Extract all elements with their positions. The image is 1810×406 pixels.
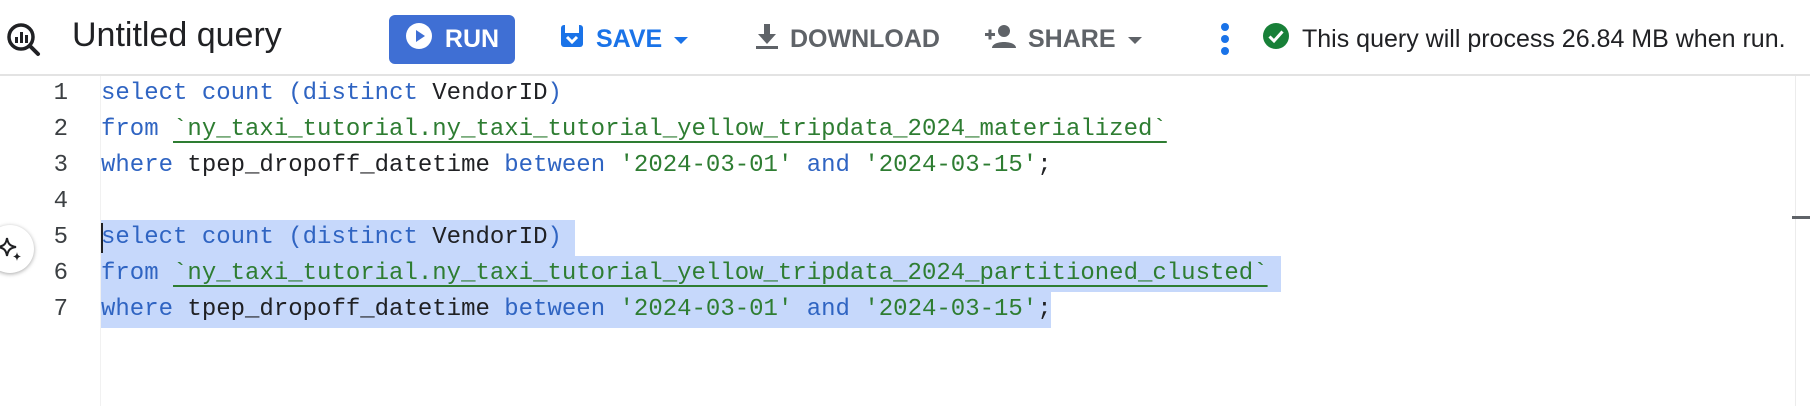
- sql-keyword: from: [101, 116, 159, 143]
- sql-keyword: between: [504, 152, 606, 179]
- add-person-icon: [984, 23, 1018, 56]
- editor-ruler: [1795, 76, 1796, 406]
- sql-identifier: tpep_dropoff_datetime: [187, 296, 490, 323]
- save-label: SAVE: [596, 24, 663, 53]
- run-label: RUN: [444, 25, 500, 53]
- line-number: 1: [53, 80, 68, 107]
- sql-keyword: between: [504, 296, 606, 323]
- line-number: 3: [53, 152, 68, 179]
- code-line[interactable]: from `ny_taxi_tutorial.ny_taxi_tutorial_…: [101, 256, 1268, 292]
- code-line[interactable]: from `ny_taxi_tutorial.ny_taxi_tutorial_…: [101, 112, 1167, 148]
- query-title[interactable]: Untitled query: [72, 16, 282, 55]
- sql-semicolon: ;: [1037, 152, 1052, 179]
- line-number: 2: [53, 116, 68, 143]
- code-area[interactable]: select count (distinct VendorID) from `n…: [100, 76, 1791, 406]
- download-icon: [754, 22, 780, 57]
- share-label: SHARE: [1028, 24, 1116, 53]
- bigquery-icon: [4, 20, 42, 58]
- query-toolbar: Untitled query RUN SAVE DOWNLOAD SHARE T…: [0, 0, 1810, 76]
- sql-string: '2024-03-15': [864, 296, 1038, 323]
- table-reference[interactable]: `ny_taxi_tutorial.ny_taxi_tutorial_yello…: [173, 116, 1167, 143]
- code-line[interactable]: select count (distinct VendorID): [101, 76, 562, 112]
- text-cursor: [101, 223, 103, 253]
- sql-keyword: (distinct: [288, 224, 418, 251]
- table-reference[interactable]: `ny_taxi_tutorial.ny_taxi_tutorial_yello…: [173, 260, 1268, 287]
- sql-keyword: select: [101, 224, 188, 251]
- scrollbar-marker[interactable]: [1792, 216, 1810, 219]
- sql-keyword: where: [101, 152, 174, 179]
- code-line[interactable]: where tpep_dropoff_datetime between '202…: [101, 148, 1052, 184]
- sql-keyword: and: [806, 296, 850, 323]
- sql-keyword: select: [101, 80, 188, 107]
- sql-keyword: from: [101, 260, 159, 287]
- sql-semicolon: ;: [1037, 296, 1052, 323]
- sql-keyword: count: [201, 80, 274, 107]
- save-icon: [558, 22, 586, 57]
- sql-keyword: and: [806, 152, 850, 179]
- play-icon: [405, 22, 433, 57]
- sql-editor[interactable]: 1 2 3 4 5 6 7 select count (distinct Ven…: [0, 76, 1810, 406]
- sql-keyword: count: [201, 224, 274, 251]
- download-label: DOWNLOAD: [790, 24, 940, 53]
- sql-string: '2024-03-15': [864, 152, 1038, 179]
- query-validator-status: This query will process 26.84 MB when ru…: [1262, 18, 1786, 60]
- download-button[interactable]: DOWNLOAD: [754, 18, 940, 60]
- status-text: This query will process 26.84 MB when ru…: [1302, 24, 1786, 53]
- sql-identifier: VendorID: [432, 80, 548, 107]
- share-button[interactable]: SHARE: [984, 18, 1144, 60]
- check-circle-icon: [1262, 22, 1290, 57]
- line-number: 4: [53, 188, 68, 215]
- chevron-down-icon[interactable]: [1126, 25, 1144, 54]
- sql-string: '2024-03-01': [619, 296, 793, 323]
- sql-keyword: where: [101, 296, 174, 323]
- sql-string: '2024-03-01': [619, 152, 793, 179]
- sql-identifier: tpep_dropoff_datetime: [187, 152, 490, 179]
- save-button[interactable]: SAVE: [558, 18, 690, 60]
- sql-paren: ): [547, 224, 562, 251]
- chevron-down-icon[interactable]: [672, 25, 690, 54]
- code-line[interactable]: where tpep_dropoff_datetime between '202…: [101, 292, 1052, 328]
- sql-paren: ): [547, 80, 562, 107]
- code-line[interactable]: select count (distinct VendorID): [101, 220, 562, 256]
- more-options-icon[interactable]: [1220, 18, 1230, 60]
- sql-keyword: (distinct: [288, 80, 418, 107]
- run-button[interactable]: RUN: [389, 15, 515, 64]
- sql-identifier: VendorID: [432, 224, 548, 251]
- line-number: 7: [53, 296, 68, 323]
